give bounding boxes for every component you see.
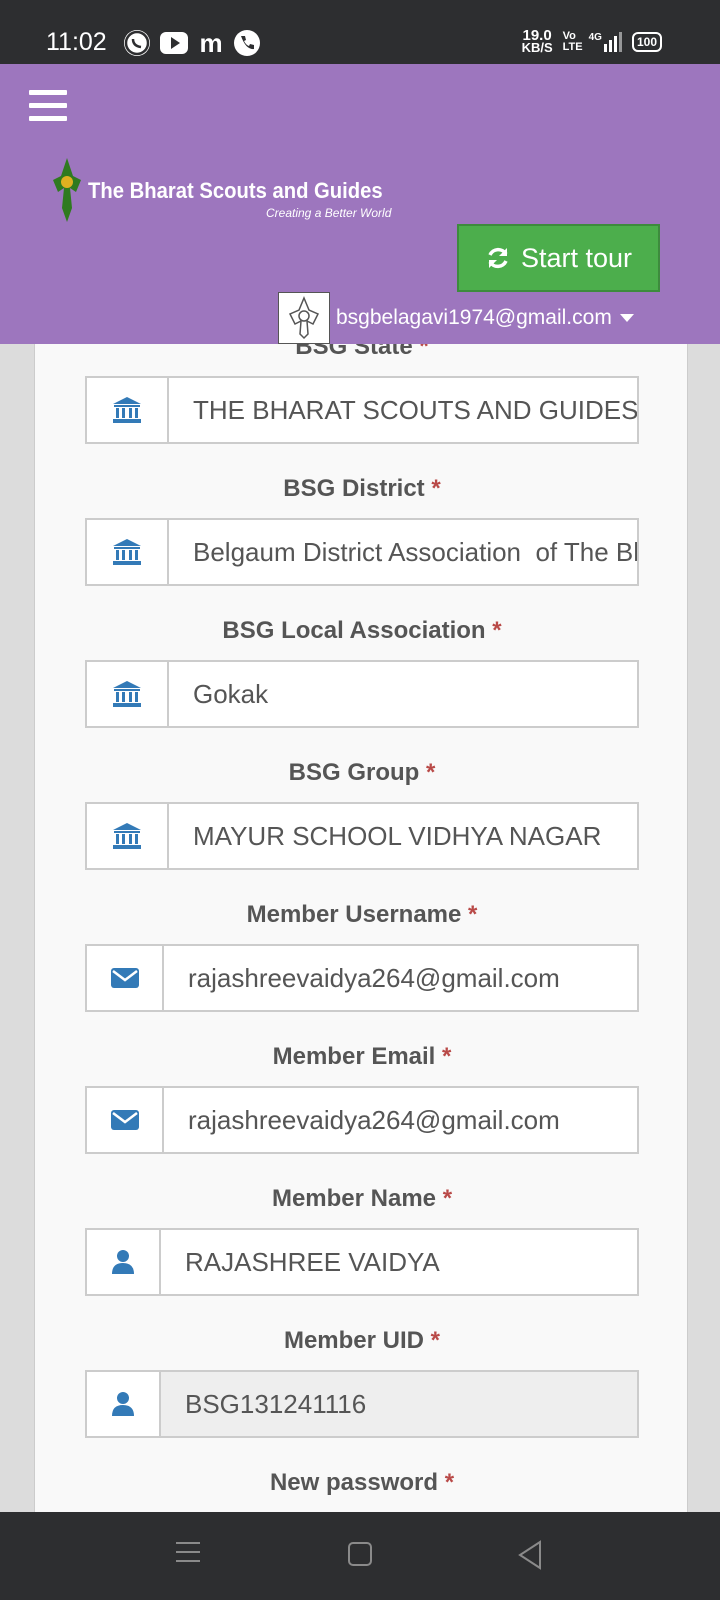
field-label: BSG State * — [35, 344, 689, 362]
phone-icon — [234, 30, 260, 56]
required-marker: * — [430, 1327, 441, 1354]
field-member-uid: Member UID * — [35, 1326, 689, 1438]
field-label: Member Email * — [272, 1043, 452, 1070]
network-type: 4G — [588, 32, 602, 43]
recent-apps-icon[interactable] — [176, 1542, 200, 1569]
bsg-state-input[interactable] — [169, 378, 637, 442]
network-speed: 19.0 KB/S — [521, 28, 553, 55]
field-label: BSG Local Association * — [222, 617, 502, 644]
bank-icon — [87, 662, 169, 726]
user-icon — [87, 1230, 161, 1294]
member-email-input[interactable] — [164, 1088, 637, 1152]
user-account-menu[interactable]: bsgbelagavi1974@gmail.com — [278, 292, 634, 344]
whatsapp-icon — [124, 30, 150, 56]
logo-title: The Bharat Scouts and Guides — [88, 178, 383, 203]
logo-tagline: Creating a Better World — [266, 206, 392, 220]
volte-indicator: Vo LTE — [562, 30, 583, 53]
profile-form-card: BSG State * BSG District * BSG Local Ass… — [34, 344, 688, 1512]
input-group — [85, 944, 639, 1012]
input-group — [85, 660, 639, 728]
field-member-name: Member Name * — [35, 1184, 689, 1296]
app-header: The Bharat Scouts and Guides Creating a … — [0, 64, 720, 344]
home-icon[interactable] — [348, 1542, 372, 1566]
field-label: Member Username * — [246, 901, 478, 928]
field-label: Member UID * — [283, 1327, 441, 1354]
refresh-icon — [488, 247, 508, 269]
network-speed-unit: KB/S — [521, 40, 553, 55]
field-member-username: Member Username * — [35, 900, 689, 1012]
required-marker: * — [426, 759, 436, 786]
field-label: BSG District * — [283, 475, 441, 502]
input-group — [85, 518, 639, 586]
start-tour-label: Start tour — [520, 242, 633, 273]
caret-down-icon — [619, 314, 634, 322]
status-time: 11:02 — [46, 28, 107, 56]
start-tour-button[interactable]: Start tour — [457, 224, 660, 292]
back-icon[interactable] — [516, 1540, 544, 1570]
status-indicators: 19.0 KB/S Vo LTE 4G 100 — [521, 28, 662, 55]
field-label: BSG Group * — [288, 759, 436, 786]
input-group — [85, 802, 639, 870]
bsg-district-input[interactable] — [169, 520, 637, 584]
fleur-de-lis-emblem-icon — [53, 158, 81, 222]
member-name-input[interactable] — [161, 1230, 637, 1294]
input-group — [85, 1086, 639, 1154]
field-bsg-local-association: BSG Local Association * — [35, 616, 689, 728]
member-uid-input — [161, 1372, 637, 1436]
user-icon — [87, 1372, 161, 1436]
required-marker: * — [442, 1043, 452, 1070]
input-group — [85, 1228, 639, 1296]
required-marker: * — [431, 475, 441, 502]
hamburger-menu-icon[interactable] — [29, 90, 67, 122]
field-bsg-district: BSG District * — [35, 474, 689, 586]
envelope-icon — [87, 1088, 164, 1152]
profile-form-area[interactable]: BSG State * BSG District * BSG Local Ass… — [0, 344, 720, 1512]
field-member-email: Member Email * — [35, 1042, 689, 1154]
m-app-icon: m — [199, 28, 223, 58]
notification-icons: m — [124, 30, 260, 56]
required-marker: * — [444, 1469, 455, 1496]
input-group — [85, 376, 639, 444]
bsg-local-association-input[interactable] — [169, 662, 637, 726]
avatar — [278, 292, 330, 344]
required-marker: * — [468, 901, 478, 928]
user-email: bsgbelagavi1974@gmail.com — [336, 306, 612, 329]
bsg-emblem-icon — [288, 296, 320, 340]
bsg-logo[interactable]: The Bharat Scouts and Guides Creating a … — [44, 156, 391, 228]
youtube-icon — [160, 32, 188, 54]
bsg-group-input[interactable] — [169, 804, 637, 868]
signal-icon: 4G — [589, 32, 622, 52]
field-bsg-group: BSG Group * — [35, 758, 689, 870]
field-bsg-state: BSG State * — [35, 344, 689, 444]
required-marker: * — [442, 1185, 453, 1212]
member-username-input[interactable] — [164, 946, 637, 1010]
bank-icon — [87, 804, 169, 868]
field-new-password: New password * — [35, 1468, 689, 1498]
status-bar: 11:02 m 19.0 KB/S Vo LTE 4G 100 — [0, 0, 720, 64]
system-navigation-bar — [0, 1512, 720, 1600]
input-group — [85, 1370, 639, 1438]
required-marker: * — [419, 344, 429, 360]
field-label: Member Name * — [271, 1185, 453, 1212]
battery-icon: 100 — [631, 32, 662, 52]
envelope-icon — [87, 946, 164, 1010]
required-marker: * — [492, 617, 502, 644]
bank-icon — [87, 378, 169, 442]
bank-icon — [87, 520, 169, 584]
field-label: New password * — [269, 1469, 455, 1496]
